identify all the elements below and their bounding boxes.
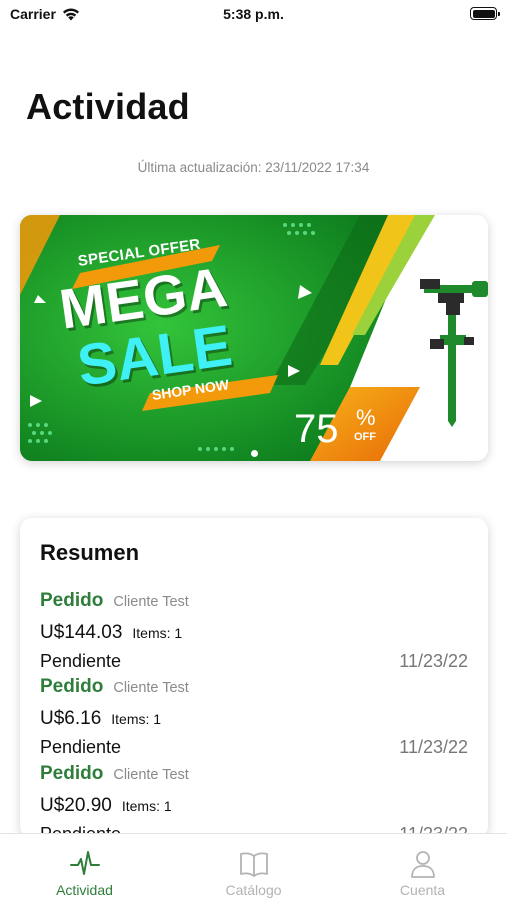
banner-discount: 75 [294,407,339,451]
tab-label: Catálogo [225,882,282,898]
summary-title: Resumen [40,540,140,565]
last-update-text: Última actualización: 23/11/2022 17:34 [137,160,370,175]
order-date: 11/23/22 [399,651,468,671]
order-status: Pendiente [40,737,122,757]
tab-cuenta[interactable]: Cuenta [338,834,507,900]
order-items: Items: 1 [111,711,162,727]
status-time: 5:38 p.m. [223,6,284,22]
person-icon [410,851,435,878]
order-amount: U$144.03 [40,622,123,643]
order-item[interactable]: Pedido Cliente Test U$20.90 Items: 1 Pen… [40,763,468,838]
order-type: Pedido [40,590,104,611]
tab-bar: Actividad Catálogo Cuenta [0,833,507,900]
summary-card: Resumen Pedido Cliente Test U$144.03 Ite… [20,518,488,838]
order-client: Cliente Test [113,680,189,696]
tab-label: Cuenta [399,882,446,898]
order-date: 11/23/22 [399,737,468,757]
banner-page-indicator[interactable] [20,450,488,457]
activity-icon [69,851,100,875]
promo-banner[interactable]: SPECIAL OFFER MEGA SALE SHOP NOW 75 % OF… [20,215,488,461]
order-amount: U$20.90 [40,795,112,816]
order-amount: U$6.16 [40,708,102,729]
page-title: Actividad [26,86,190,127]
order-type: Pedido [40,763,104,784]
order-client: Cliente Test [113,594,189,610]
order-item[interactable]: Pedido Cliente Test U$144.03 Items: 1 Pe… [40,590,468,677]
page-dot-active[interactable] [250,450,258,457]
tab-label: Actividad [56,882,113,898]
order-status: Pendiente [40,651,122,671]
order-type: Pedido [40,676,104,697]
tab-catalogo[interactable]: Catálogo [169,834,338,900]
banner-off-label: OFF [354,431,376,443]
order-client: Cliente Test [113,767,189,783]
book-icon [239,852,268,877]
order-item[interactable]: Pedido Cliente Test U$6.16 Items: 1 Pend… [40,676,468,763]
banner-percent-sign: % [356,405,376,430]
tab-actividad[interactable]: Actividad [0,834,169,900]
order-items: Items: 1 [121,798,172,814]
battery-icon [470,7,500,20]
order-items: Items: 1 [132,625,183,641]
status-bar: Carrier 5:38 p.m. [0,0,507,30]
